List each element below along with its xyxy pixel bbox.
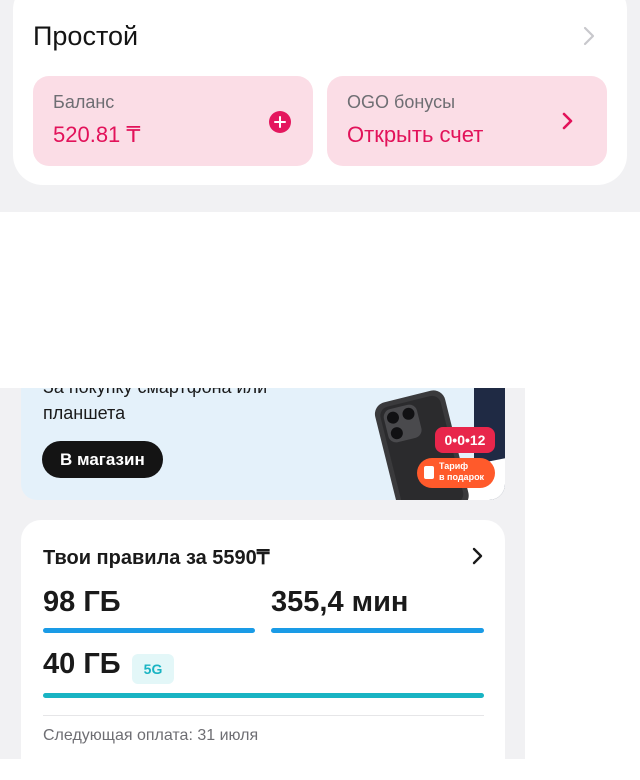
tariff-number-badge: 0•0•12 — [435, 427, 495, 453]
tariff-name: Простой — [33, 21, 139, 51]
divider — [43, 715, 484, 716]
data-5g-amount: 40 ГБ — [43, 648, 121, 680]
data-amount: 98 ГБ — [43, 586, 121, 618]
balance-tile[interactable]: Баланс 520.81 ₸ — [33, 76, 313, 166]
minutes-amount: 355,4 мин — [271, 586, 409, 618]
tariff-card[interactable]: Простой Баланс 520.81 ₸ OGO бонусы Откры… — [13, 0, 627, 185]
chevron-right-icon[interactable] — [578, 25, 600, 47]
tariff-section: Простой Баланс 520.81 ₸ OGO бонусы Откры… — [0, 0, 640, 212]
plan-card[interactable]: Твои правила за 5590₸ 98 ГБ 355,4 мин 40… — [21, 520, 505, 780]
chevron-right-icon[interactable] — [471, 546, 485, 566]
minutes-progress-bar — [271, 628, 484, 633]
gift-line-2: в подарок — [439, 472, 485, 482]
balance-caption: Баланс — [53, 92, 115, 112]
sim-card-icon — [424, 466, 434, 479]
chevron-right-icon[interactable] — [559, 110, 577, 132]
shop-button[interactable]: В магазин — [42, 441, 163, 478]
plus-circle-icon[interactable] — [269, 111, 291, 133]
bonus-caption: OGO бонусы — [347, 92, 455, 112]
balance-value: 520.81 ₸ — [53, 122, 141, 147]
data-progress-bar — [43, 628, 255, 633]
gift-text: Тариф в подарок — [439, 461, 484, 483]
plan-title: Твои правила за 5590₸ — [43, 547, 270, 569]
promo-line-2: планшета — [43, 403, 126, 423]
next-payment-date: Следующая оплата: 31 июля — [43, 727, 259, 744]
gift-tariff-badge: Тариф в подарок — [417, 458, 495, 488]
5g-badge: 5G — [132, 654, 174, 684]
promo-text: За покупку смартфона или планшета — [43, 388, 333, 426]
bonus-tile[interactable]: OGO бонусы Открыть счет — [327, 76, 607, 166]
bonus-open-account: Открыть счет — [347, 122, 484, 147]
promo-banner[interactable]: За покупку смартфона или планшета В мага… — [21, 388, 505, 500]
promo-line-1: За покупку смартфона или — [43, 388, 333, 400]
data-5g-progress-bar — [43, 693, 484, 698]
gift-line-1: Тариф — [439, 461, 469, 471]
